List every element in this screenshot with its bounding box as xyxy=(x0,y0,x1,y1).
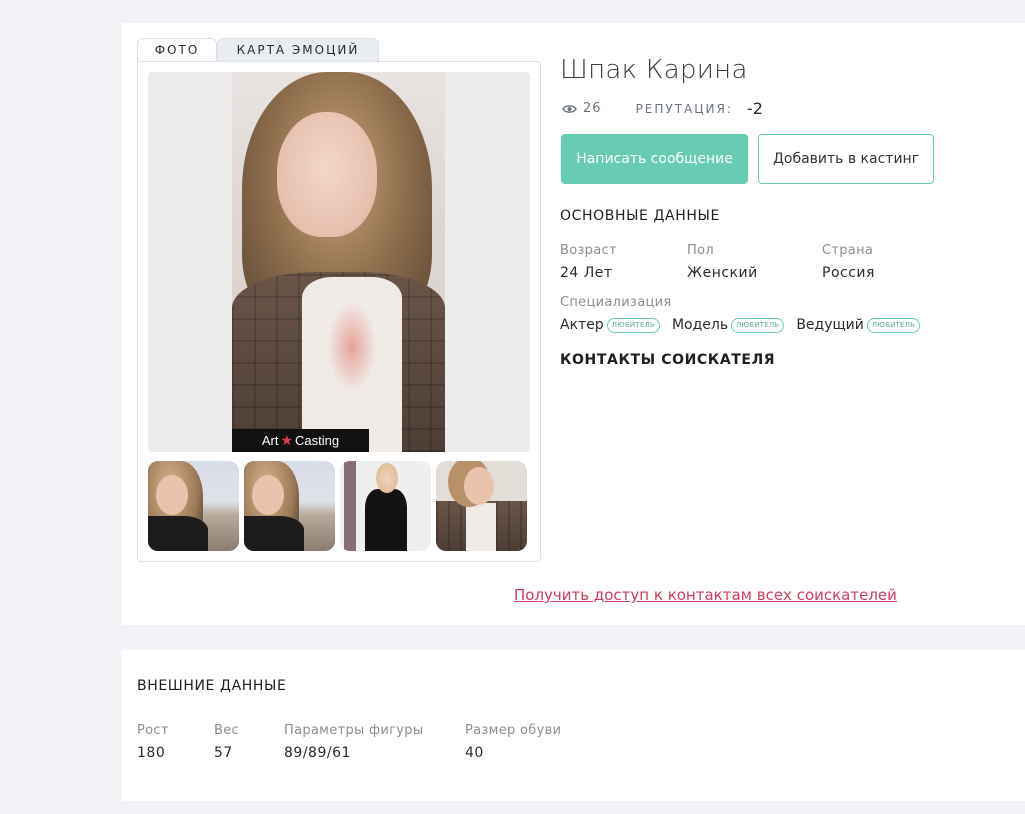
level-badge: любитель xyxy=(866,317,921,333)
photo-thumbnails xyxy=(148,461,527,551)
photo-tabs: ФОТО КАРТА ЭМОЦИЙ xyxy=(137,38,379,62)
specialization-label: Специализация xyxy=(560,295,672,310)
external-data-heading: ВНЕШНИЕ ДАННЫЕ xyxy=(137,678,287,694)
height-value: 180 xyxy=(137,745,166,761)
shoe-size-value: 40 xyxy=(465,745,484,761)
basic-data-heading: ОСНОВНЫЕ ДАННЫЕ xyxy=(560,208,720,224)
weight-label: Вес xyxy=(214,723,239,738)
gender-label: Пол xyxy=(687,243,714,258)
eye-icon xyxy=(562,104,577,113)
photo-thumbnail[interactable] xyxy=(244,461,335,551)
gender-value: Женский xyxy=(687,265,758,281)
height-label: Рост xyxy=(137,723,169,738)
specialization-item: Модель любитель xyxy=(671,317,785,333)
watermark-suffix: Casting xyxy=(295,433,340,448)
tab-emotion-map[interactable]: КАРТА ЭМОЦИЙ xyxy=(217,38,379,61)
country-value: Россия xyxy=(822,265,875,281)
country-label: Страна xyxy=(822,243,874,258)
contacts-heading: КОНТАКТЫ СОИСКАТЕЛЯ xyxy=(560,352,776,368)
profile-name: Шпак Карина xyxy=(560,55,748,85)
external-data-card: ВНЕШНИЕ ДАННЫЕ Рост 180 Вес 57 Параметры… xyxy=(122,650,1025,801)
views-count: 26 xyxy=(583,101,602,116)
star-icon: ★ xyxy=(280,432,294,448)
shoe-size-label: Размер обуви xyxy=(465,723,562,738)
main-photo-container: Art ★ Casting xyxy=(148,72,530,452)
photo-thumbnail[interactable] xyxy=(340,461,431,551)
reputation-value: -2 xyxy=(746,99,763,118)
level-badge: любитель xyxy=(731,317,785,333)
photo-thumbnail[interactable] xyxy=(148,461,239,551)
specialization-item: Актер любитель xyxy=(560,317,660,333)
watermark-prefix: Art xyxy=(261,433,279,448)
weight-value: 57 xyxy=(214,745,233,761)
specialization-name: Ведущий xyxy=(796,317,864,333)
figure-params-label: Параметры фигуры xyxy=(284,723,424,738)
profile-stats: 26 РЕПУТАЦИЯ: -2 xyxy=(562,99,763,118)
age-value: 24 Лет xyxy=(560,265,613,281)
main-photo[interactable]: Art ★ Casting xyxy=(232,72,445,452)
write-message-button[interactable]: Написать сообщение xyxy=(561,134,748,184)
specialization-list: Актер любитель Модель любитель Ведущий л… xyxy=(560,317,932,333)
level-badge: любитель xyxy=(606,317,660,333)
age-label: Возраст xyxy=(560,243,617,258)
reputation-label: РЕПУТАЦИЯ: xyxy=(635,101,733,116)
specialization-name: Актер xyxy=(560,317,604,333)
add-to-casting-button[interactable]: Добавить в кастинг xyxy=(758,134,934,184)
profile-card: ФОТО КАРТА ЭМОЦИЙ Art ★ Casting Шпак Кар… xyxy=(122,23,1025,625)
specialization-item: Ведущий любитель xyxy=(796,317,921,333)
tab-photo[interactable]: ФОТО xyxy=(137,38,217,61)
specialization-name: Модель xyxy=(671,317,729,333)
photo-thumbnail[interactable] xyxy=(436,461,527,551)
get-contacts-access-link[interactable]: Получить доступ к контактам всех соискат… xyxy=(514,586,897,604)
photo-panel: Art ★ Casting xyxy=(137,61,541,562)
figure-params-value: 89/89/61 xyxy=(284,745,351,761)
artcasting-watermark: Art ★ Casting xyxy=(232,429,369,452)
